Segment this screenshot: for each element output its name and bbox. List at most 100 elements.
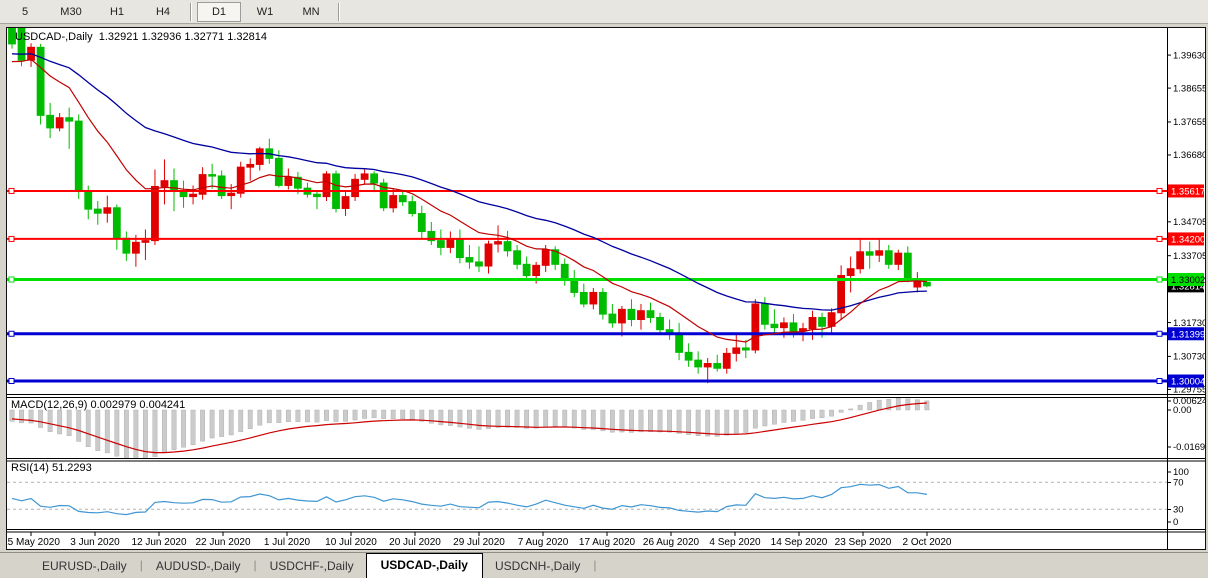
chart-tab-audusd[interactable]: AUDUSD-,Daily	[144, 555, 253, 578]
candle	[237, 162, 244, 198]
price-axis-label: 1.36680	[1173, 150, 1205, 161]
chart-tab-eurusd[interactable]: EURUSD-,Daily	[30, 555, 139, 578]
candle	[923, 282, 930, 288]
macd-histogram-bar	[753, 410, 757, 428]
macd-histogram-bar	[458, 410, 462, 427]
chart-tab-usdcnh[interactable]: USDCNH-,Daily	[483, 555, 592, 578]
macd-histogram-bar	[324, 410, 328, 421]
macd-histogram-bar	[829, 410, 833, 416]
date-axis-label: 4 Sep 2020	[709, 537, 761, 548]
macd-histogram-bar	[124, 410, 128, 459]
macd-histogram-bar	[505, 410, 509, 427]
candle	[657, 313, 664, 335]
timeframe-button-d1[interactable]: D1	[197, 2, 241, 22]
macd-histogram-bar	[86, 410, 90, 447]
candle	[628, 299, 635, 326]
macd-histogram-bar	[315, 410, 319, 422]
macd-histogram-bar	[143, 410, 147, 461]
ma-slow-line	[12, 54, 927, 310]
candle	[514, 245, 521, 269]
toolbar-separator	[338, 3, 340, 21]
candle	[56, 113, 63, 131]
timeframe-button-h1[interactable]: H1	[95, 2, 139, 22]
candle	[771, 309, 778, 333]
candle	[609, 304, 616, 328]
macd-histogram-bar	[658, 410, 662, 432]
candle	[418, 206, 425, 239]
level-price-badge-label: 1.34200	[1171, 234, 1205, 245]
level-price-badge-label: 1.33002	[1171, 275, 1205, 286]
macd-histogram-bar	[410, 410, 414, 420]
candle	[476, 246, 483, 272]
timeframe-button-h4[interactable]: H4	[141, 2, 185, 22]
timeframe-button-5[interactable]: 5	[3, 2, 47, 22]
price-axis-label: 1.31730	[1173, 318, 1205, 329]
macd-histogram-bar	[296, 410, 300, 422]
macd-histogram-bar	[715, 410, 719, 436]
macd-histogram-bar	[353, 410, 357, 420]
macd-histogram-bar	[343, 410, 347, 421]
level-line-handle	[1157, 331, 1162, 336]
candle	[466, 245, 473, 269]
macd-histogram-bar	[172, 410, 176, 450]
tab-separator: |	[592, 558, 597, 574]
rsi-line	[12, 484, 927, 514]
candle	[590, 288, 597, 309]
candle	[914, 272, 921, 292]
chart-tab-usdchf[interactable]: USDCHF-,Daily	[258, 555, 366, 578]
macd-histogram-bar	[734, 410, 738, 434]
macd-histogram-bar	[48, 410, 52, 432]
candle	[123, 231, 130, 260]
macd-histogram-bar	[372, 410, 376, 418]
macd-histogram-bar	[181, 410, 185, 447]
macd-histogram-bar	[200, 410, 204, 441]
macd-histogram-bar	[677, 410, 681, 433]
macd-histogram-bar	[401, 410, 405, 419]
macd-histogram-bar	[820, 410, 824, 418]
timeframe-button-mn[interactable]: MN	[289, 2, 333, 22]
price-axis-label: 1.39630	[1173, 50, 1205, 61]
chart-tab-usdcad[interactable]: USDCAD-,Daily	[366, 553, 483, 578]
candle	[885, 245, 892, 269]
macd-histogram-bar	[381, 410, 385, 419]
candle	[323, 171, 330, 201]
level-line-handle	[1157, 277, 1162, 282]
chart-ohlc-values: 1.32921 1.32936 1.32771 1.32814	[99, 31, 267, 43]
timeframe-toolbar: 5M30H1H4 D1W1MN	[0, 0, 1208, 24]
macd-histogram-bar	[334, 410, 338, 422]
macd-histogram-bar	[629, 410, 633, 432]
candle	[619, 306, 626, 336]
macd-histogram-bar	[239, 410, 243, 432]
date-axis-label: 3 Jun 2020	[70, 537, 120, 548]
date-axis-label: 17 Aug 2020	[579, 537, 636, 548]
price-pane	[9, 28, 931, 383]
macd-histogram-bar	[448, 410, 452, 426]
macd-histogram-bar	[639, 410, 643, 432]
candle	[847, 257, 854, 293]
timeframe-button-w1[interactable]: W1	[243, 2, 287, 22]
macd-histogram-bar	[229, 410, 233, 435]
candle	[828, 308, 835, 333]
timeframe-button-m30[interactable]: M30	[49, 2, 93, 22]
candle	[714, 355, 721, 372]
candle	[685, 343, 692, 367]
macd-histogram-bar	[467, 410, 471, 428]
level-line-handle	[9, 188, 14, 193]
candle	[371, 171, 378, 192]
candle	[761, 297, 768, 330]
candle	[866, 242, 873, 269]
macd-histogram-bar	[277, 410, 281, 423]
date-axis-label: 12 Jun 2020	[131, 537, 186, 548]
macd-histogram-bar	[772, 410, 776, 424]
candle	[857, 240, 864, 274]
level-line-handle	[1157, 378, 1162, 383]
candle	[190, 185, 197, 204]
macd-axis-label: -0.016933	[1173, 442, 1205, 453]
date-axis-label: 29 Jul 2020	[453, 537, 505, 548]
chart-window[interactable]: 1.396301.386551.376551.366801.347051.337…	[6, 27, 1206, 550]
level-price-badge-label: 1.30004	[1171, 376, 1205, 387]
candle	[895, 250, 902, 270]
candle	[695, 351, 702, 373]
price-axis-label: 1.33705	[1173, 251, 1205, 262]
macd-histogram-bar	[38, 410, 42, 428]
